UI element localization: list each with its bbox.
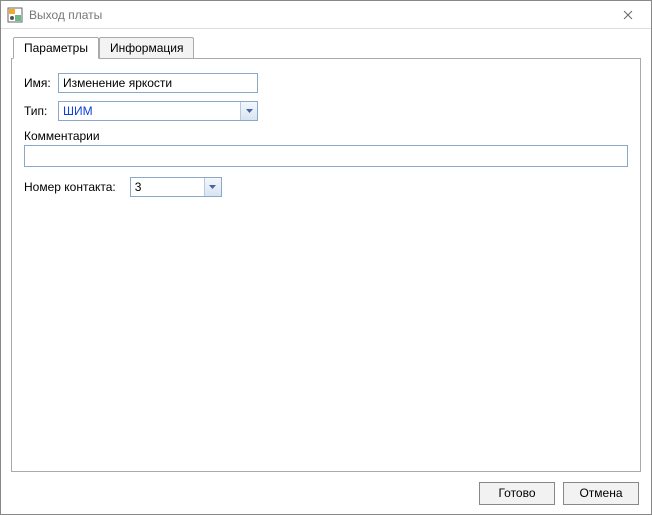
- comments-input[interactable]: [24, 145, 628, 167]
- chevron-down-icon: [246, 109, 253, 113]
- dropdown-button[interactable]: [204, 178, 221, 196]
- tab-parameters[interactable]: Параметры: [13, 37, 99, 59]
- contact-select[interactable]: 3: [130, 177, 222, 197]
- contact-value: 3: [131, 180, 204, 194]
- close-icon: [623, 10, 633, 20]
- row-contact: Номер контакта: 3: [24, 177, 628, 197]
- ok-button[interactable]: Готово: [479, 482, 555, 505]
- name-input[interactable]: [58, 73, 258, 93]
- tab-information[interactable]: Информация: [99, 37, 194, 58]
- button-label: Готово: [498, 486, 535, 500]
- tab-label: Информация: [110, 41, 183, 55]
- row-name: Имя:: [24, 73, 628, 93]
- type-label: Тип:: [24, 104, 58, 118]
- window-title: Выход платы: [29, 8, 611, 22]
- comments-label: Комментарии: [24, 129, 628, 143]
- content-area: Параметры Информация Имя: Тип: ШИМ: [1, 29, 651, 472]
- cancel-button[interactable]: Отмена: [563, 482, 639, 505]
- button-label: Отмена: [579, 486, 622, 500]
- tab-bar: Параметры Информация: [13, 37, 641, 58]
- dialog-footer: Готово Отмена: [1, 472, 651, 514]
- tab-panel-parameters: Имя: Тип: ШИМ Комментарии Номер контакта: [11, 58, 641, 472]
- type-select[interactable]: ШИМ: [58, 101, 258, 121]
- row-type: Тип: ШИМ: [24, 101, 628, 121]
- name-label: Имя:: [24, 76, 58, 90]
- close-button[interactable]: [611, 4, 645, 26]
- app-icon: [7, 7, 23, 23]
- contact-label: Номер контакта:: [24, 180, 116, 194]
- titlebar: Выход платы: [1, 1, 651, 29]
- chevron-down-icon: [209, 185, 216, 189]
- dialog-window: Выход платы Параметры Информация Имя: Ти…: [0, 0, 652, 515]
- type-value: ШИМ: [59, 104, 240, 118]
- tab-label: Параметры: [24, 41, 88, 55]
- dropdown-button[interactable]: [240, 102, 257, 120]
